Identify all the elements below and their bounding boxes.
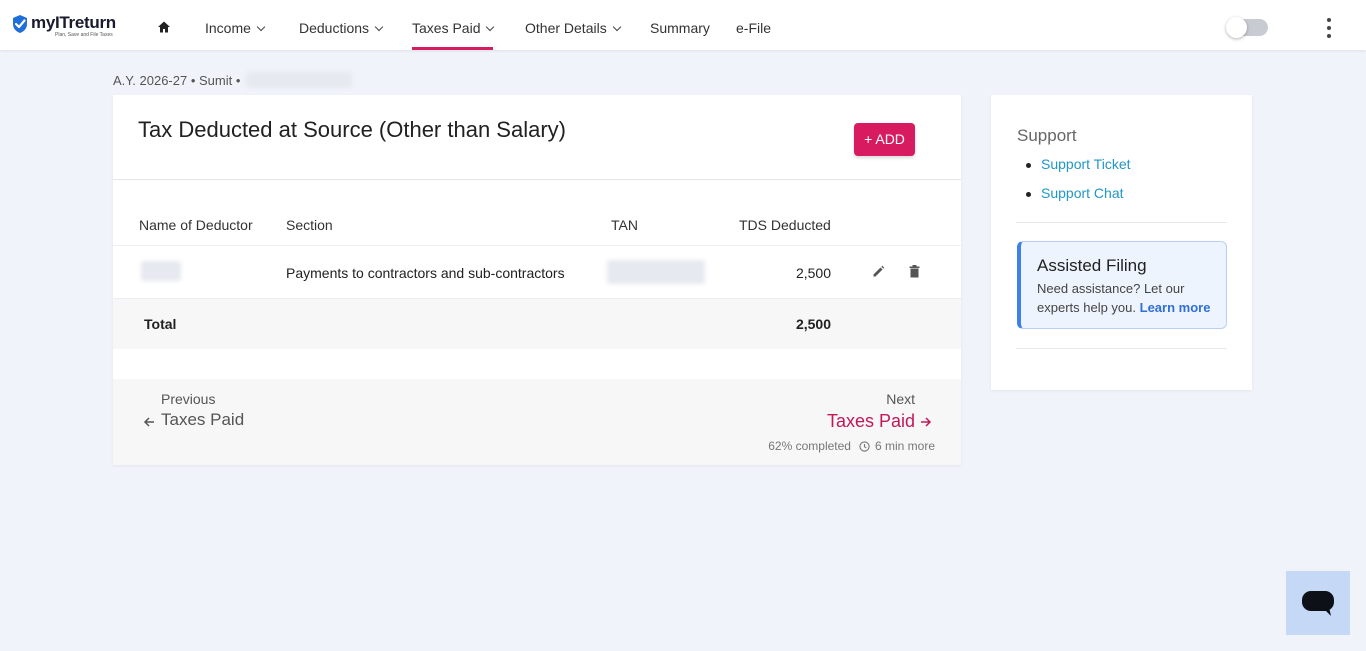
support-title: Support [1017, 126, 1077, 145]
trash-icon[interactable] [909, 265, 920, 278]
shield-check-icon [13, 15, 27, 33]
nav-taxes-paid[interactable]: Taxes Paid [412, 0, 495, 50]
next-link[interactable]: Taxes Paid [827, 411, 915, 432]
support-sidebar: Support Support Ticket Support Chat Assi… [991, 95, 1252, 390]
arrow-right-icon[interactable] [920, 416, 932, 428]
col-header-deductor: Name of Deductor [139, 217, 253, 233]
previous-link[interactable]: Taxes Paid [161, 410, 244, 430]
arrow-left-icon[interactable] [143, 416, 155, 428]
col-header-section: Section [286, 217, 333, 233]
nav-deductions-label: Deductions [299, 20, 370, 36]
row-tds-value: 2,500 [795, 265, 831, 281]
assisted-filing-title: Assisted Filing [1037, 256, 1147, 275]
brand-name: myITreturn [31, 13, 116, 32]
nav-efile-label: e-File [736, 20, 772, 36]
assisted-filing-text: Need assistance? Let our experts help yo… [1037, 279, 1223, 317]
nav-deductions[interactable]: Deductions [299, 0, 384, 50]
nav-summary[interactable]: Summary [650, 0, 710, 50]
home-icon[interactable] [157, 20, 171, 34]
support-chat-link[interactable]: Support Chat [1026, 185, 1131, 214]
toggle-knob [1226, 17, 1247, 38]
more-vertical-icon[interactable] [1322, 18, 1336, 38]
row-section: Payments to contractors and sub-contract… [286, 265, 565, 281]
brand-logo[interactable]: myITreturn Plan, Save and File Taxes [11, 14, 116, 38]
add-button[interactable]: + ADD [854, 123, 915, 156]
top-navbar: myITreturn Plan, Save and File Taxes Inc… [0, 0, 1366, 50]
nav-summary-label: Summary [650, 20, 710, 36]
next-label: Next [886, 391, 915, 407]
nav-income[interactable]: Income [205, 0, 266, 50]
page-title: Tax Deducted at Source (Other than Salar… [138, 117, 566, 142]
chevron-down-icon [374, 22, 384, 32]
divider [1016, 348, 1227, 349]
divider [1016, 222, 1227, 223]
chevron-down-icon [612, 22, 621, 32]
theme-toggle[interactable] [1226, 17, 1268, 38]
breadcrumb-text: A.Y. 2026-27 • Sumit • [113, 72, 241, 88]
total-row: Total 2,500 [113, 298, 961, 349]
total-value: 2,500 [795, 316, 831, 332]
tds-card: Tax Deducted at Source (Other than Salar… [113, 95, 961, 465]
brand-tagline: Plan, Save and File Taxes [55, 32, 113, 38]
total-label: Total [144, 316, 177, 332]
divider [113, 245, 961, 246]
assisted-filing-box: Assisted Filing Need assistance? Let our… [1017, 241, 1227, 329]
clock-icon [859, 440, 870, 452]
learn-more-link[interactable]: Learn more [1140, 300, 1211, 315]
nav-taxes-paid-label: Taxes Paid [412, 20, 481, 36]
page-navigation-footer: Previous Taxes Paid Next Taxes Paid 62% … [113, 379, 961, 465]
chat-icon [1302, 591, 1334, 616]
nav-other-details[interactable]: Other Details [525, 0, 621, 50]
nav-other-details-label: Other Details [525, 20, 607, 36]
redacted-deductor-name [141, 261, 181, 281]
breadcrumb: A.Y. 2026-27 • Sumit • [113, 72, 353, 88]
progress-info: 62% completed 6 min more [768, 439, 935, 453]
chat-launcher-button[interactable] [1286, 571, 1350, 635]
progress-percent: 62% completed [768, 439, 851, 453]
previous-label: Previous [161, 391, 216, 407]
support-ticket-link[interactable]: Support Ticket [1026, 156, 1131, 185]
col-header-tds: TDS Deducted [739, 217, 831, 233]
nav-income-label: Income [205, 20, 251, 36]
col-header-tan: TAN [611, 217, 638, 233]
nav-efile[interactable]: e-File [736, 0, 771, 50]
edit-icon[interactable] [872, 265, 885, 278]
chevron-down-icon [486, 22, 495, 32]
redacted-pan [246, 72, 353, 88]
redacted-tan [607, 260, 705, 284]
support-links: Support Ticket Support Chat [1026, 156, 1131, 214]
divider [113, 179, 961, 180]
time-remaining: 6 min more [874, 439, 935, 453]
chevron-down-icon [256, 22, 266, 32]
